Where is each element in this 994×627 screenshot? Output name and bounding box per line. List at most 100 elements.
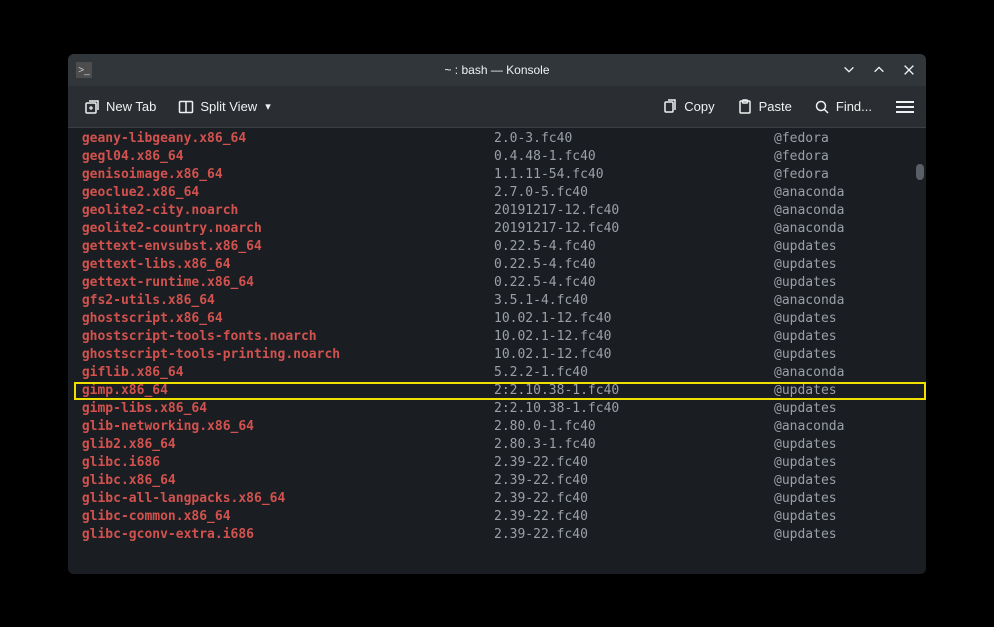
package-repo: @anaconda xyxy=(774,202,844,220)
package-row: glib-networking.x86_642.80.0-1.fc40@anac… xyxy=(74,418,926,436)
package-repo: @updates xyxy=(774,508,837,526)
package-row: glibc-all-langpacks.x86_642.39-22.fc40@u… xyxy=(74,490,926,508)
package-name: gettext-libs.x86_64 xyxy=(74,256,494,274)
package-name: genisoimage.x86_64 xyxy=(74,166,494,184)
package-row: glibc-common.x86_642.39-22.fc40@updates xyxy=(74,508,926,526)
package-repo: @updates xyxy=(774,238,837,256)
package-repo: @updates xyxy=(774,382,837,400)
package-name: glib2.x86_64 xyxy=(74,436,494,454)
package-version: 2.39-22.fc40 xyxy=(494,490,774,508)
app-icon: >_ xyxy=(76,62,92,78)
package-version: 2.39-22.fc40 xyxy=(494,526,774,544)
close-button[interactable] xyxy=(900,61,918,79)
package-repo: @updates xyxy=(774,490,837,508)
package-row: ghostscript.x86_6410.02.1-12.fc40@update… xyxy=(74,310,926,328)
package-name: geolite2-city.noarch xyxy=(74,202,494,220)
package-row: gettext-libs.x86_640.22.5-4.fc40@updates xyxy=(74,256,926,274)
package-version: 2.0-3.fc40 xyxy=(494,130,774,148)
package-version: 2.39-22.fc40 xyxy=(494,472,774,490)
package-name: gettext-envsubst.x86_64 xyxy=(74,238,494,256)
package-version: 0.4.48-1.fc40 xyxy=(494,148,774,166)
package-row: gfs2-utils.x86_643.5.1-4.fc40@anaconda xyxy=(74,292,926,310)
package-row: ghostscript-tools-printing.noarch10.02.1… xyxy=(74,346,926,364)
package-repo: @updates xyxy=(774,274,837,292)
terminal-output[interactable]: geany-libgeany.x86_642.0-3.fc40@fedora g… xyxy=(68,128,926,574)
package-row: genisoimage.x86_641.1.11-54.fc40@fedora xyxy=(74,166,926,184)
package-version: 0.22.5-4.fc40 xyxy=(494,238,774,256)
package-repo: @updates xyxy=(774,454,837,472)
package-repo: @fedora xyxy=(774,130,829,148)
chevron-down-icon: ▾ xyxy=(265,100,271,113)
package-name: gimp-libs.x86_64 xyxy=(74,400,494,418)
split-view-icon xyxy=(178,99,194,115)
package-name: ghostscript-tools-fonts.noarch xyxy=(74,328,494,346)
paste-button[interactable]: Paste xyxy=(733,95,796,119)
toolbar: New Tab Split View ▾ Copy Paste xyxy=(68,86,926,128)
package-row: gettext-runtime.x86_640.22.5-4.fc40@upda… xyxy=(74,274,926,292)
new-tab-icon xyxy=(84,99,100,115)
package-repo: @updates xyxy=(774,256,837,274)
package-repo: @updates xyxy=(774,328,837,346)
package-name: ghostscript.x86_64 xyxy=(74,310,494,328)
package-repo: @updates xyxy=(774,346,837,364)
package-version: 2.39-22.fc40 xyxy=(494,454,774,472)
package-name: gimp.x86_64 xyxy=(74,382,494,400)
package-row: glib2.x86_642.80.3-1.fc40@updates xyxy=(74,436,926,454)
package-repo: @fedora xyxy=(774,166,829,184)
package-row: geolite2-city.noarch20191217-12.fc40@ana… xyxy=(74,202,926,220)
scrollbar[interactable] xyxy=(916,128,924,574)
package-repo: @anaconda xyxy=(774,418,844,436)
package-version: 20191217-12.fc40 xyxy=(494,220,774,238)
find-label: Find... xyxy=(836,99,872,114)
menu-button[interactable] xyxy=(896,101,914,113)
paste-icon xyxy=(737,99,753,115)
package-version: 10.02.1-12.fc40 xyxy=(494,310,774,328)
copy-icon xyxy=(662,99,678,115)
package-repo: @updates xyxy=(774,400,837,418)
package-row: gettext-envsubst.x86_640.22.5-4.fc40@upd… xyxy=(74,238,926,256)
package-row: geolite2-country.noarch20191217-12.fc40@… xyxy=(74,220,926,238)
window-title: ~ : bash — Konsole xyxy=(444,63,549,77)
package-repo: @anaconda xyxy=(774,220,844,238)
package-row: geany-libgeany.x86_642.0-3.fc40@fedora xyxy=(74,130,926,148)
copy-button[interactable]: Copy xyxy=(658,95,718,119)
package-row: glibc.x86_642.39-22.fc40@updates xyxy=(74,472,926,490)
package-version: 20191217-12.fc40 xyxy=(494,202,774,220)
search-icon xyxy=(814,99,830,115)
package-row: ghostscript-tools-fonts.noarch10.02.1-12… xyxy=(74,328,926,346)
package-name: glibc-common.x86_64 xyxy=(74,508,494,526)
package-repo: @updates xyxy=(774,436,837,454)
package-version: 10.02.1-12.fc40 xyxy=(494,328,774,346)
package-repo: @updates xyxy=(774,526,837,544)
package-name: glibc.x86_64 xyxy=(74,472,494,490)
minimize-button[interactable] xyxy=(840,61,858,79)
package-version: 3.5.1-4.fc40 xyxy=(494,292,774,310)
package-row: gimp.x86_642:2.10.38-1.fc40@updates xyxy=(74,382,926,400)
package-version: 10.02.1-12.fc40 xyxy=(494,346,774,364)
split-view-button[interactable]: Split View ▾ xyxy=(174,95,274,119)
package-row: glibc-gconv-extra.i6862.39-22.fc40@updat… xyxy=(74,526,926,544)
package-name: glibc-all-langpacks.x86_64 xyxy=(74,490,494,508)
new-tab-button[interactable]: New Tab xyxy=(80,95,160,119)
package-version: 2.39-22.fc40 xyxy=(494,508,774,526)
maximize-button[interactable] xyxy=(870,61,888,79)
package-name: gfs2-utils.x86_64 xyxy=(74,292,494,310)
scrollbar-thumb[interactable] xyxy=(916,164,924,180)
package-name: glibc-gconv-extra.i686 xyxy=(74,526,494,544)
package-name: geoclue2.x86_64 xyxy=(74,184,494,202)
package-repo: @anaconda xyxy=(774,184,844,202)
new-tab-label: New Tab xyxy=(106,99,156,114)
package-version: 2:2.10.38-1.fc40 xyxy=(494,400,774,418)
package-version: 2.80.3-1.fc40 xyxy=(494,436,774,454)
package-name: glibc.i686 xyxy=(74,454,494,472)
package-repo: @anaconda xyxy=(774,364,844,382)
package-row: giflib.x86_645.2.2-1.fc40@anaconda xyxy=(74,364,926,382)
package-version: 0.22.5-4.fc40 xyxy=(494,274,774,292)
package-name: gegl04.x86_64 xyxy=(74,148,494,166)
package-version: 2:2.10.38-1.fc40 xyxy=(494,382,774,400)
package-name: giflib.x86_64 xyxy=(74,364,494,382)
package-repo: @updates xyxy=(774,310,837,328)
package-row: geoclue2.x86_642.7.0-5.fc40@anaconda xyxy=(74,184,926,202)
find-button[interactable]: Find... xyxy=(810,95,876,119)
split-view-label: Split View xyxy=(200,99,257,114)
